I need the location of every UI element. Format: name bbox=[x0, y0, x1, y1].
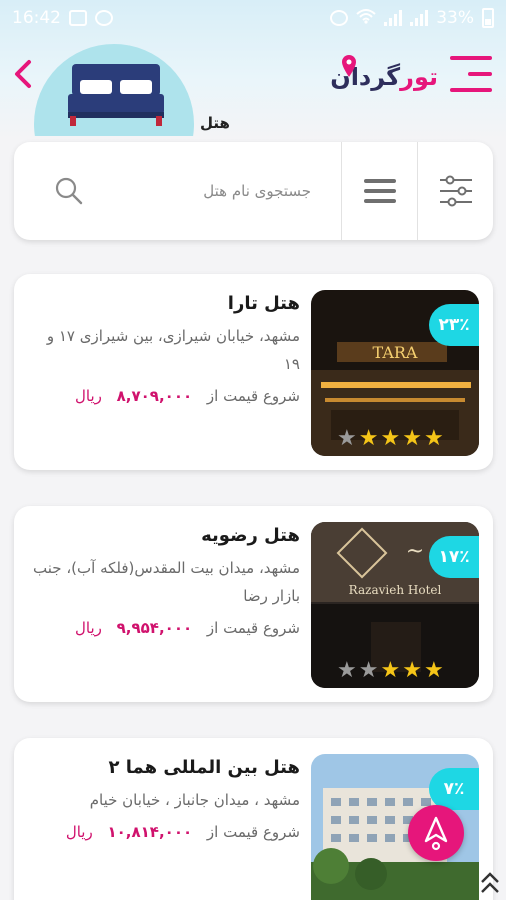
star-filled-icon: ★ bbox=[402, 658, 422, 683]
hotel-address: مشهد، خیابان شیرازی، بین شیرازی ۱۷ و ۱۹ bbox=[46, 327, 300, 373]
price-currency: ریال bbox=[74, 619, 102, 637]
gallery-icon bbox=[69, 10, 87, 26]
app-header: هتل تورگردان bbox=[0, 36, 506, 136]
hotel-address: مشهد ، میدان جانباز ، خیابان خیام bbox=[89, 791, 300, 809]
map-pin-icon bbox=[342, 55, 356, 77]
hotel-photo: ~ Razavieh Hotel ۱۷٪ ★ ★ ★ ★ ★ bbox=[311, 522, 479, 688]
star-filled-icon: ★ bbox=[423, 658, 444, 683]
brand-logo: تورگردان bbox=[330, 52, 438, 102]
search-input[interactable]: جستجوی نام هتل bbox=[14, 142, 341, 240]
star-filled-icon: ★ bbox=[402, 426, 422, 451]
star-filled-icon: ★ bbox=[380, 658, 401, 683]
hotel-card[interactable]: TARA ۲۳٪ ★ ★ ★ ★ ★ هتل تارا مشهد، خیابان شیر… bbox=[14, 274, 493, 470]
tour-guide-fab[interactable] bbox=[408, 805, 464, 861]
map-pin-alt-icon bbox=[424, 816, 448, 851]
price-currency: ریال bbox=[65, 823, 93, 841]
back-button[interactable] bbox=[8, 56, 38, 92]
discount-badge: ۷٪ bbox=[429, 768, 479, 810]
price-prefix: شروع قیمت از bbox=[206, 619, 300, 637]
price-currency: ریال bbox=[74, 387, 102, 405]
search-placeholder: جستجوی نام هتل bbox=[203, 182, 311, 200]
discount-badge: ۲۳٪ bbox=[429, 304, 479, 346]
filter-button[interactable] bbox=[417, 142, 493, 240]
status-time: 16:42 bbox=[12, 8, 61, 28]
price-prefix: شروع قیمت از bbox=[206, 823, 300, 841]
brand-part-a: تور bbox=[400, 63, 438, 91]
notification-icon bbox=[95, 10, 113, 26]
battery-icon bbox=[482, 8, 494, 28]
price-row: شروع قیمت از ۱۰,۸۱۴,۰۰۰ ریال bbox=[28, 818, 300, 846]
price-prefix: شروع قیمت از bbox=[206, 387, 300, 405]
star-filled-icon: ★ bbox=[423, 426, 444, 451]
hotel-address: مشهد، میدان بیت المقدس(فلکه آب)، جنب باز… bbox=[33, 559, 300, 605]
star-filled-icon: ★ bbox=[358, 426, 379, 451]
hotel-price: ۸,۷۰۹,۰۰۰ bbox=[116, 387, 193, 405]
hotel-price: ۹,۹۵۴,۰۰۰ bbox=[116, 619, 193, 637]
hotel-name: هتل رضویه bbox=[201, 525, 300, 546]
discount-badge: ۱۷٪ bbox=[429, 536, 479, 578]
search-bar: جستجوی نام هتل bbox=[14, 142, 493, 240]
hotel-name: هتل بین المللی هما ۲ bbox=[108, 757, 300, 778]
star-empty-icon: ★ bbox=[358, 658, 379, 683]
signal-icon bbox=[384, 10, 403, 26]
price-row: شروع قیمت از ۸,۷۰۹,۰۰۰ ریال bbox=[28, 382, 300, 410]
chevron-up-icon bbox=[481, 872, 499, 893]
photo-sign-text: TARA bbox=[373, 343, 418, 362]
price-row: شروع قیمت از ۹,۹۵۴,۰۰۰ ریال bbox=[28, 614, 300, 642]
photo-sign-script: ~ bbox=[406, 539, 424, 564]
sliders-icon bbox=[439, 175, 472, 207]
bed-icon bbox=[68, 64, 164, 126]
photo-sign-text: Razavieh Hotel bbox=[349, 583, 442, 597]
star-empty-icon: ★ bbox=[337, 426, 357, 451]
list-icon bbox=[363, 179, 396, 203]
alarm-icon bbox=[330, 10, 349, 26]
star-rating: ★ ★ ★ ★ ★ bbox=[337, 660, 444, 682]
hotel-name: هتل تارا bbox=[227, 293, 300, 314]
scroll-to-top-button[interactable] bbox=[478, 868, 502, 896]
star-filled-icon: ★ bbox=[380, 426, 401, 451]
chevron-left-icon bbox=[15, 60, 31, 88]
battery-level: 33% bbox=[436, 8, 474, 28]
wifi-icon bbox=[356, 8, 376, 29]
signal-2-icon bbox=[410, 10, 429, 26]
hotel-card[interactable]: ~ Razavieh Hotel ۱۷٪ ★ ★ ★ ★ ★ هتل رضویه مشه… bbox=[14, 506, 493, 702]
search-icon[interactable] bbox=[54, 176, 84, 206]
sort-button[interactable] bbox=[341, 142, 417, 240]
star-empty-icon: ★ bbox=[337, 658, 357, 683]
category-label: هتل bbox=[200, 114, 230, 132]
hamburger-menu-icon bbox=[450, 56, 492, 92]
hotel-photo: TARA ۲۳٪ ★ ★ ★ ★ ★ bbox=[311, 290, 479, 456]
star-rating: ★ ★ ★ ★ ★ bbox=[337, 428, 444, 450]
status-bar: 16:42 33% bbox=[0, 0, 506, 36]
hotel-price: ۱۰,۸۱۴,۰۰۰ bbox=[107, 823, 193, 841]
menu-button[interactable] bbox=[448, 54, 494, 94]
